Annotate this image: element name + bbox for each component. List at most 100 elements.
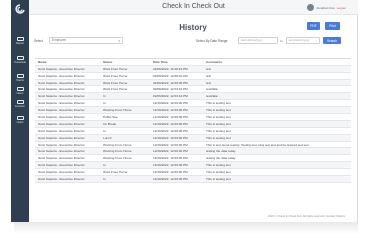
employee-select[interactable]: Employee ▾ — [49, 37, 123, 44]
status-cell: In — [103, 163, 106, 168]
sidebar-item-label: Users — [16, 121, 24, 124]
pdf-button[interactable]: PDF — [307, 22, 320, 30]
date-time-cell: 12/19/2022, 12:00:00 PM — [153, 101, 188, 106]
comments-cell: testing the data today — [206, 156, 236, 161]
status-cell: In — [103, 128, 106, 133]
app-logo[interactable] — [11, 2, 29, 16]
history-table: Name Status Date Time Comments Scott Sap… — [35, 58, 351, 183]
end-date-input[interactable]: end dd/mm/yyyy — [286, 37, 320, 44]
table-row[interactable]: Scott Saporta - Executive Director Work F… — [35, 79, 351, 87]
report-icon — [16, 37, 24, 41]
table-row[interactable]: Scott Saporta - Executive Director On Bre… — [35, 120, 351, 128]
date-time-cell: 12/19/2022, 12:00:00 PM — [153, 121, 188, 126]
sidebar-item-users[interactable]: Users — [11, 86, 29, 98]
header-comments[interactable]: Comments — [206, 59, 351, 65]
status-cell: Working From Home — [103, 108, 132, 113]
header-name[interactable]: Name — [38, 59, 102, 65]
logout-link[interactable]: Logout — [337, 6, 346, 10]
table-row[interactable]: Scott Saporta - Executive Director In 12/1… — [35, 128, 351, 135]
table-row[interactable]: Scott Saporta - Executive Director In 12/1… — [35, 176, 351, 183]
comments-cell: This is testing text — [206, 121, 231, 126]
name-cell: Scott Saporta - Executive Director — [38, 142, 85, 147]
sidebar-item-teams[interactable]: Teams — [11, 73, 29, 85]
name-cell: Scott Saporta - Executive Director — [38, 170, 85, 175]
window-shadow — [14, 222, 358, 234]
sidebar: Report Timesheet Teams Users Location Us… — [11, 0, 29, 222]
status-cell: Working From Home — [103, 149, 132, 154]
date-time-cell: 12/19/2022, 12:00:00 PM — [153, 170, 188, 175]
comments-cell: This is testing text — [206, 135, 231, 140]
sidebar-item-user[interactable]: Users — [11, 115, 29, 127]
comments-cell: This is testing text — [206, 170, 231, 175]
status-cell: In — [103, 94, 106, 99]
date-time-cell: 12/19/2022, 12:00:00 PM — [153, 177, 188, 182]
name-cell: Scott Saporta - Executive Director — [38, 80, 85, 85]
table-row[interactable]: Scott Saporta - Executive Director In 12/1… — [35, 162, 351, 170]
table-row[interactable]: Scott Saporta - Executive Director Work F… — [35, 86, 351, 94]
print-button[interactable]: Print — [325, 22, 340, 30]
status-cell: Work From Home — [103, 87, 128, 92]
app-logo-icon — [15, 4, 25, 14]
header-status[interactable]: Status — [103, 59, 149, 65]
name-cell: Scott Saporta - Executive Director — [38, 128, 85, 133]
date-time-cell: 12/19/2022, 12:00:00 PM — [153, 135, 188, 140]
table-row[interactable]: Scott Saporta - Executive Director Workin… — [35, 142, 351, 149]
date-time-cell: 02/09/2022, 12:06:00 PM — [153, 80, 188, 85]
comments-cell: test — [206, 66, 211, 71]
sidebar-item-label: Timesheet — [13, 61, 26, 64]
user-menu[interactable]: Jonathan Doe Logout — [307, 4, 346, 11]
name-cell: Scott Saporta - Executive Director — [38, 94, 85, 99]
comments-cell: This is testing text — [206, 163, 231, 168]
start-date-input[interactable]: start dd/mm/yyyy — [238, 37, 278, 44]
name-cell: Scott Saporta - Executive Director — [38, 156, 85, 161]
name-cell: Scott Saporta - Executive Director — [38, 163, 85, 168]
user-icon — [16, 116, 24, 120]
comments-cell: This is test dema testing. Testing test,… — [206, 142, 309, 147]
sidebar-item-label: Users — [16, 92, 24, 95]
header-date-time[interactable]: Date Time — [153, 59, 203, 65]
timesheet-icon — [16, 56, 24, 60]
sidebar-item-timesheet[interactable]: Timesheet — [11, 55, 29, 67]
name-cell: Scott Saporta - Executive Director — [38, 101, 85, 106]
table-row[interactable]: Scott Saporta - Executive Director Work F… — [35, 169, 351, 177]
search-button[interactable]: Search — [323, 37, 341, 44]
status-cell: Public Site — [103, 115, 118, 120]
sidebar-item-report[interactable]: Report — [11, 36, 29, 48]
name-cell: Scott Saporta - Executive Director — [38, 135, 85, 140]
date-time-cell: 02/09/2022, 12:28:44 PM — [153, 66, 188, 71]
status-cell: Working From Home — [103, 142, 132, 147]
table-row[interactable]: Scott Saporta - Executive Director Workin… — [35, 148, 351, 156]
footer: 2022 © Check In Check Out. All rights re… — [267, 215, 345, 218]
teams-icon — [16, 74, 24, 78]
status-cell: Lunch — [103, 135, 112, 140]
table-row[interactable]: Scott Saporta - Executive Director In 02/0… — [35, 93, 351, 101]
date-time-cell: 12/19/2022, 12:00:00 PM — [153, 128, 188, 133]
table-row[interactable]: Scott Saporta - Executive Director In 12/1… — [35, 100, 351, 108]
status-cell: Work From Home — [103, 80, 128, 85]
date-time-cell: 02/09/2022, 12:08:42 AM — [153, 73, 188, 78]
date-time-cell: 12/19/2022, 12:00:00 PM — [153, 108, 188, 113]
comments-cell: test — [206, 80, 211, 85]
table-header: Name Status Date Time Comments — [35, 59, 351, 66]
sidebar-item-location[interactable]: Location — [11, 99, 29, 111]
location-icon — [16, 100, 24, 104]
table-row[interactable]: Scott Saporta - Executive Director Workin… — [35, 155, 351, 163]
date-time-cell: 12/19/2022, 12:00:00 PM — [153, 163, 188, 168]
status-cell: Work From Home — [103, 73, 128, 78]
status-cell: In — [103, 177, 106, 182]
table-row[interactable]: Scott Saporta - Executive Director Public… — [35, 114, 351, 121]
sidebar-item-label: Report — [16, 42, 24, 45]
table-row[interactable]: Scott Saporta - Executive Director Lunch 1… — [35, 134, 351, 142]
date-time-cell: 12/19/2022, 12:00:00 PM — [153, 149, 188, 154]
select-label: Select — [34, 39, 43, 43]
table-row[interactable]: Scott Saporta - Executive Director Work F… — [35, 73, 351, 80]
status-cell: Work From Home — [103, 66, 128, 71]
comments-cell: test2lala — [206, 87, 218, 92]
status-cell: In — [103, 101, 106, 106]
users-icon — [16, 87, 24, 91]
status-cell: On Break — [103, 121, 117, 126]
table-row[interactable]: Scott Saporta - Executive Director Work F… — [35, 65, 351, 73]
name-cell: Scott Saporta - Executive Director — [38, 66, 85, 71]
date-time-cell: 12/19/2022, 12:00:00 PM — [153, 142, 188, 147]
table-row[interactable]: Scott Saporta - Executive Director Workin… — [35, 107, 351, 115]
